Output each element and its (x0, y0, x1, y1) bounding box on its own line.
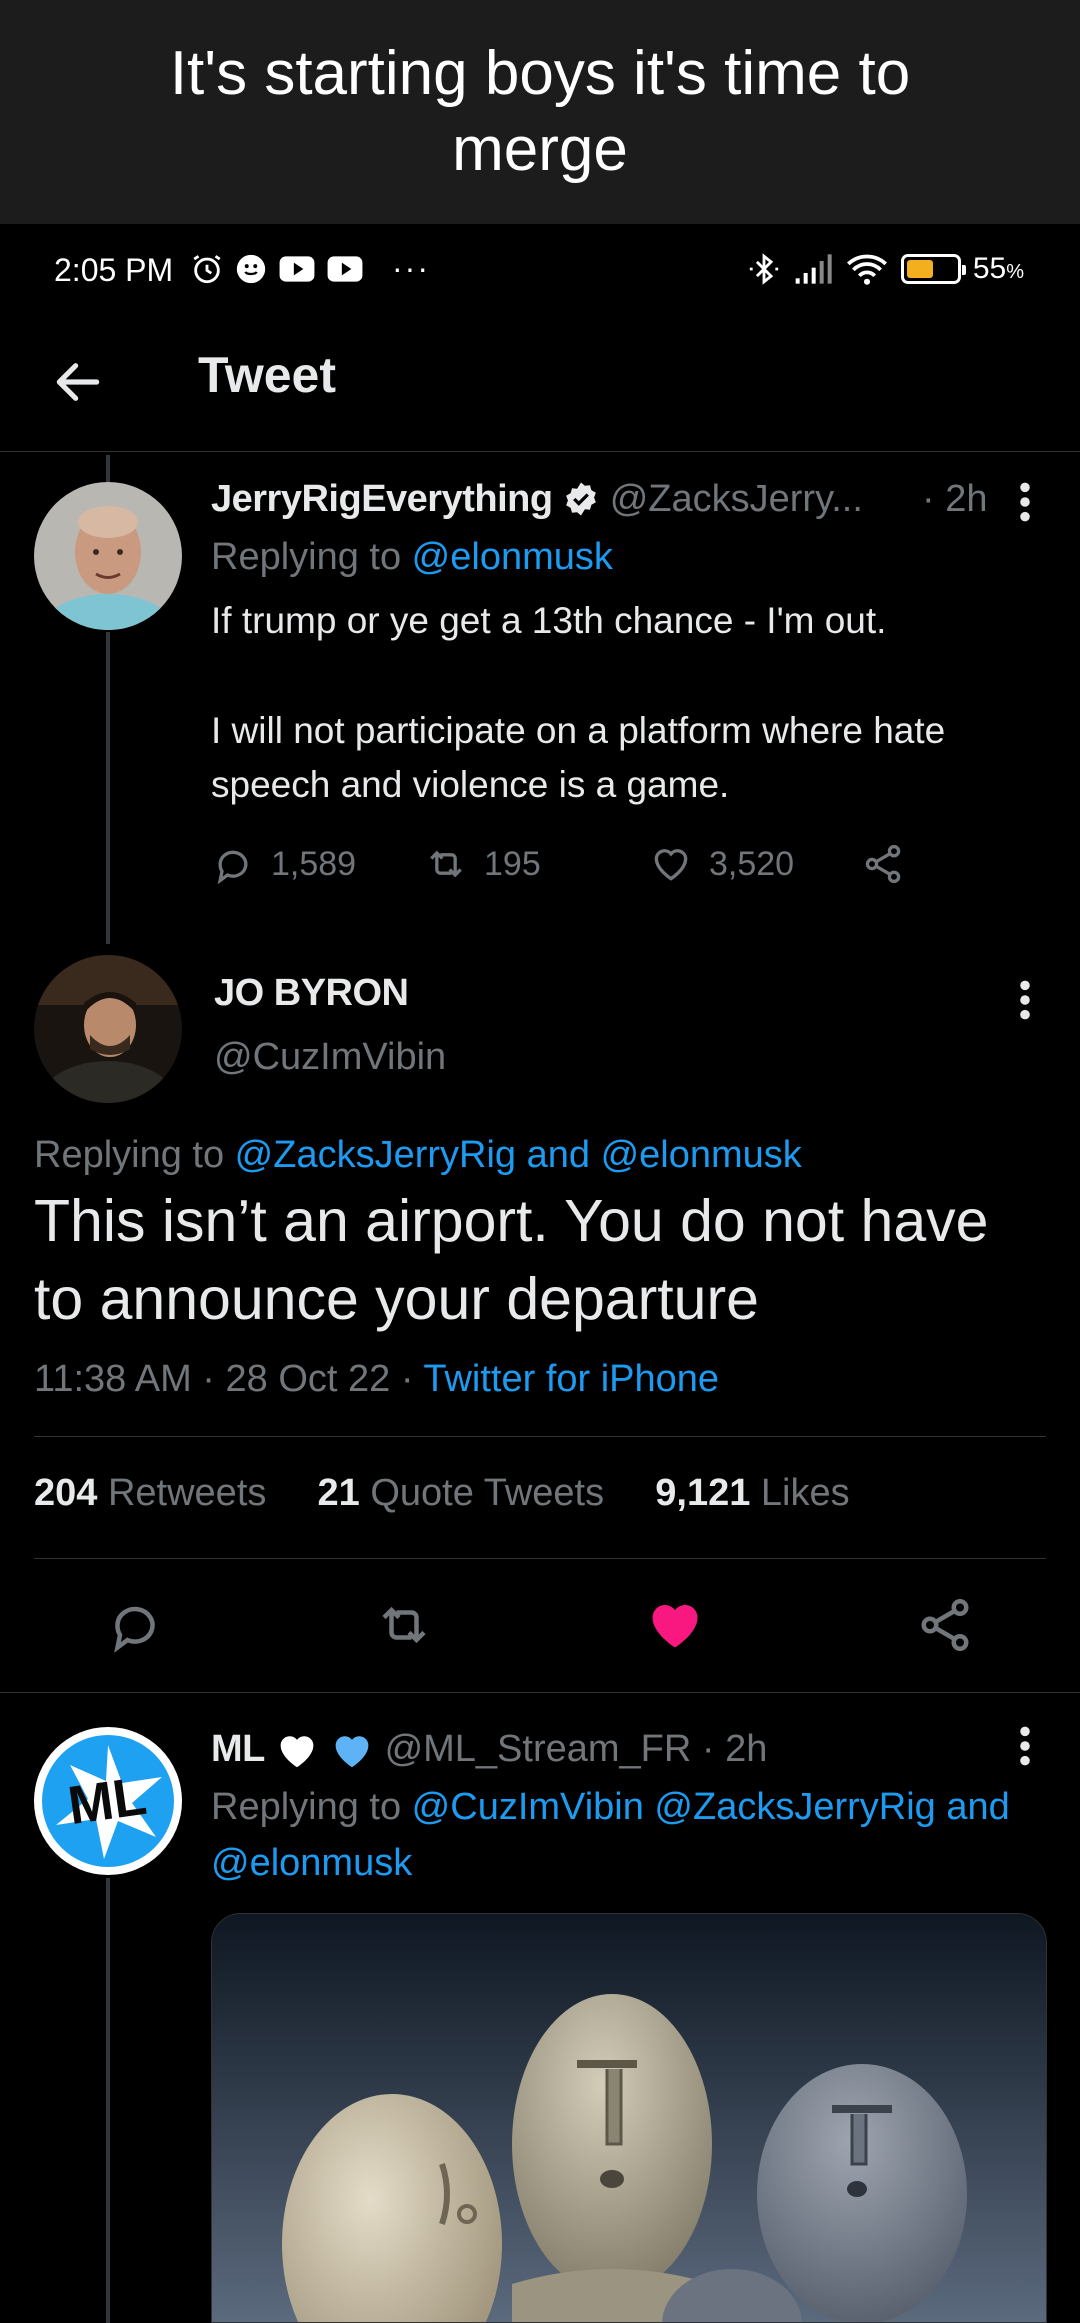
main-tweet-actions (0, 1595, 1080, 1665)
stone-faces-image (212, 1914, 1046, 2322)
likes-stat[interactable]: 9,121 Likes (655, 1472, 849, 1514)
youtube-icon (279, 255, 315, 282)
quote-tweets-stat[interactable]: 21 Quote Tweets (318, 1472, 605, 1514)
status-time: 2:05 PM (54, 252, 174, 288)
author-name[interactable]: JerryRigEverything (211, 478, 553, 520)
system-icons: 55% (747, 250, 1024, 288)
reply-icon[interactable] (105, 1595, 165, 1655)
more-notifications: ··· (392, 250, 430, 286)
retweets-stat[interactable]: 204 Retweets (34, 1472, 266, 1514)
share-icon[interactable] (915, 1595, 975, 1655)
heart-icon (654, 849, 688, 881)
thread-connector (106, 455, 110, 485)
tweet-image[interactable] (211, 1913, 1047, 2323)
reply-icon (217, 850, 248, 885)
avatar[interactable] (34, 482, 182, 630)
replying-to: Replying to @CuzImVibin @ZacksJerryRig a… (211, 1786, 1010, 1828)
tweet-header: Tweet (0, 330, 1080, 452)
status-bar: 2:05 PM ··· 55% (0, 240, 1080, 300)
tweet-source-link[interactable]: Twitter for iPhone (423, 1358, 719, 1400)
tweet-actions: 1,589 195 3,520 (211, 842, 905, 886)
battery-percent: 55% (972, 252, 1024, 285)
author-name[interactable]: ML (211, 1728, 265, 1770)
thread-connector (106, 1878, 110, 2323)
caption-text: It's starting boys it's time to merge (169, 39, 911, 184)
tweet-header-line: ML @ML_Stream_FR · 2h (211, 1728, 767, 1771)
tweet-header-line: JerryRigEverything @ZacksJerry... (211, 478, 863, 521)
mention-link[interactable]: @ZacksJerryRig and @elonmusk (235, 1134, 802, 1176)
divider (34, 1436, 1046, 1437)
author-handle[interactable]: @CuzImVibin (214, 1036, 446, 1079)
page-title: Tweet (198, 347, 336, 403)
blue-heart-icon (335, 1736, 369, 1768)
avatar-initials: ML (64, 1766, 150, 1836)
share-button[interactable] (861, 842, 905, 886)
bluetooth-icon (749, 253, 778, 285)
retweet-button[interactable]: 195 (424, 842, 649, 886)
retweet-icon[interactable] (374, 1595, 434, 1655)
like-count: 3,520 (709, 844, 795, 883)
divider (0, 1692, 1080, 1693)
tweet-time[interactable]: · 2h (922, 478, 987, 521)
reply-button[interactable]: 1,589 (211, 842, 424, 886)
avatar[interactable]: ML (34, 1727, 182, 1875)
divider (34, 1558, 1046, 1559)
mention-link[interactable]: @CuzImVibin @ZacksJerryRig and (412, 1786, 1010, 1828)
battery-level (906, 260, 934, 278)
thread-connector (106, 632, 110, 944)
white-heart-icon (281, 1736, 314, 1768)
battery-icon (900, 254, 966, 284)
author-handle[interactable]: @ZacksJerry... (610, 478, 863, 520)
avatar[interactable] (34, 955, 182, 1103)
retweet-icon (430, 850, 462, 878)
reply-count: 1,589 (271, 844, 357, 883)
liked-heart-icon[interactable] (645, 1595, 705, 1655)
alarm-icon (193, 254, 221, 283)
more-options-icon[interactable] (1015, 978, 1035, 1022)
tweet-time[interactable]: · 2h (702, 1728, 767, 1770)
more-options-icon[interactable] (1015, 480, 1035, 524)
mention-link[interactable]: @elonmusk (211, 1842, 412, 1885)
mention-link[interactable]: @elonmusk (412, 536, 613, 578)
tweet-text: If trump or ye get a 13th chance - I'm o… (211, 600, 946, 805)
meme-caption: It's starting boys it's time to merge (0, 0, 1080, 224)
notification-icons: ··· (190, 250, 430, 287)
wifi-icon (846, 254, 887, 285)
tweet-stats: 204 Retweets 21 Quote Tweets 9,121 Likes (34, 1472, 850, 1515)
verified-badge-icon (566, 482, 596, 516)
replying-to: Replying to @ZacksJerryRig and @elonmusk (34, 1134, 802, 1176)
signal-icon (795, 254, 832, 284)
tweet-timestamp: 11:38 AM · 28 Oct 22 · Twitter for iPhon… (34, 1358, 720, 1400)
share-icon (865, 844, 901, 884)
main-tweet-text: This isn’t an airport. You do not have t… (34, 1188, 989, 1332)
retweet-count: 195 (484, 844, 541, 883)
replying-to: Replying to @elonmusk (211, 536, 613, 578)
like-button[interactable]: 3,520 (649, 842, 861, 886)
author-handle[interactable]: @ML_Stream_FR (385, 1728, 692, 1770)
more-options-icon[interactable] (1015, 1724, 1035, 1768)
author-name[interactable]: JO BYRON (214, 972, 409, 1015)
youtube-icon (327, 255, 363, 282)
back-arrow-icon[interactable] (50, 354, 106, 410)
smiley-icon (236, 254, 266, 283)
